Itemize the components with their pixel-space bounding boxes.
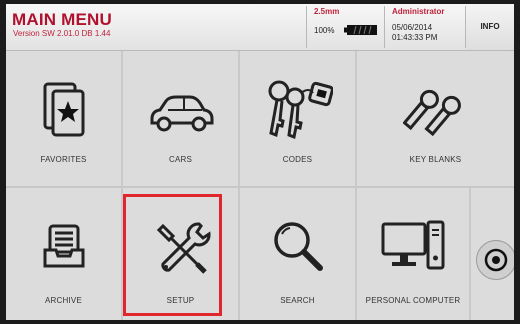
search-tile[interactable]: SEARCH [240,188,355,320]
setup-highlight-frame [123,194,222,316]
tile-label-favorites: FAVORITES [40,155,87,164]
tile-label-key-blanks: KEY BLANKS [409,155,462,164]
favorites-tile[interactable]: FAVORITES [6,51,121,186]
archive-tray-icon [43,224,84,268]
header-divider [384,6,385,48]
personal-computer-tile[interactable]: PERSONAL COMPUTER [357,188,469,320]
time-text: 01:43:33 PM [392,33,438,42]
date-text: 05/06/2014 [392,23,433,32]
key-tag-icon [268,80,333,140]
battery-icon [344,25,377,35]
star-card-icon [43,82,84,137]
page-title: MAIN MENU [12,10,113,29]
key-blanks-tile[interactable]: KEY BLANKS [357,51,514,186]
cars-tile[interactable]: CARS [123,51,238,186]
header-bar: MAIN MENU Version SW 2.01.0 DB 1.44 2.5m… [6,4,514,51]
archive-tile[interactable]: ARCHIVE [6,188,121,320]
version-text: Version SW 2.01.0 DB 1.44 [13,29,111,38]
battery-percent: 100% [314,26,335,35]
tile-label-cars: CARS [168,155,193,164]
codes-tile[interactable]: CODES [240,51,355,186]
tile-label-archive: ARCHIVE [45,296,82,305]
tile-label-personal-computer: PERSONAL COMPUTER [365,296,461,305]
power-button[interactable] [476,240,514,280]
tile-label-search: SEARCH [280,296,315,305]
header-divider [306,6,307,48]
magnifier-icon [273,222,323,271]
user-label: Administrator [392,7,445,16]
power-icon [484,248,508,272]
info-button[interactable]: INFO [466,4,514,50]
key-blanks-icon [403,89,461,137]
tool-size-label: 2.5mm [314,7,340,16]
touchscreen: MAIN MENU Version SW 2.01.0 DB 1.44 2.5m… [6,4,514,320]
computer-icon [381,220,445,270]
tile-label-codes: CODES [282,155,313,164]
car-icon [150,95,213,132]
